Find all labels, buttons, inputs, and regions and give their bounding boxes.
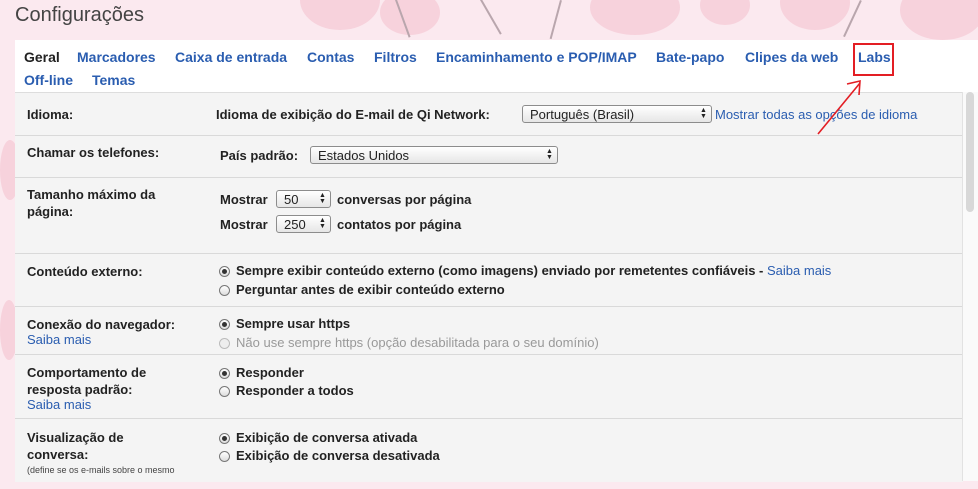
tab-filtros[interactable]: Filtros [374, 49, 417, 65]
radio-reply-all[interactable] [219, 386, 230, 397]
setting-label: Tamanho máximo da página: [27, 187, 156, 219]
setting-label: Comportamento de resposta padrão: [27, 365, 147, 397]
reply-text: Responder [236, 365, 304, 380]
select-arrows-icon: ▲ ▼ [546, 148, 553, 161]
no-https-text: Não use sempre https (opção desabilitada… [236, 335, 599, 350]
tab-temas[interactable]: Temas [92, 72, 135, 88]
radio-always-show-content[interactable] [219, 266, 230, 277]
tab-geral[interactable]: Geral [24, 49, 60, 65]
always-show-content-label: Sempre exibir conteúdo externo (como ima… [236, 263, 764, 278]
reply-all-text: Responder a todos [236, 383, 354, 398]
conversation-off-text: Exibição de conversa desativada [236, 448, 440, 463]
tab-off-line[interactable]: Off-line [24, 72, 73, 88]
tab-bate-papo[interactable]: Bate-papo [656, 49, 724, 65]
setting-row-visualizacao: Visualização de conversa: (define se os … [15, 419, 963, 489]
default-country-text: País padrão: [220, 148, 299, 163]
contacts-per-page-select[interactable]: 250 ▲ ▼ [276, 215, 331, 233]
radio-ask-before-content[interactable] [219, 285, 230, 296]
learn-more-link[interactable]: Saiba mais [767, 263, 831, 278]
conversations-per-page-select[interactable]: 50 ▲ ▼ [276, 190, 331, 208]
select-arrows-icon: ▲ ▼ [319, 217, 326, 230]
radio-conversation-off[interactable] [219, 451, 230, 462]
conversation-view-note: (define se os e-mails sobre o mesmo [27, 465, 175, 475]
radio-reply[interactable] [219, 368, 230, 379]
setting-label: Conteúdo externo: [27, 264, 143, 279]
contacts-per-page-value: 250 [284, 217, 306, 232]
country-select[interactable]: Estados Unidos ▲ ▼ [310, 146, 558, 164]
conversations-per-page-text: conversas por página [337, 192, 472, 207]
setting-row-idioma: Idioma: Idioma de exibição do E-mail de … [15, 93, 963, 136]
setting-label: Conexão do navegador: [27, 317, 176, 332]
setting-row-telefones: Chamar os telefones: País padrão: Estado… [15, 136, 963, 178]
tab-labs[interactable]: Labs [858, 49, 891, 65]
radio-always-https[interactable] [219, 319, 230, 330]
show-all-languages-link[interactable]: Mostrar todas as opções de idioma [715, 107, 917, 122]
radio-conversation-on[interactable] [219, 433, 230, 444]
tab-clipes-da-web[interactable]: Clipes da web [745, 49, 838, 65]
radio-no-https [219, 338, 230, 349]
tab-marcadores[interactable]: Marcadores [77, 49, 156, 65]
language-select[interactable]: Português (Brasil) ▲ ▼ [522, 105, 712, 123]
select-arrows-icon: ▲ ▼ [700, 107, 707, 120]
conversation-on-text: Exibição de conversa ativada [236, 430, 418, 445]
settings-content: Idioma: Idioma de exibição do E-mail de … [15, 92, 963, 482]
setting-row-resposta: Comportamento de resposta padrão: Saiba … [15, 355, 963, 419]
setting-label: Visualização de conversa: [27, 430, 124, 462]
tab-contas[interactable]: Contas [307, 49, 354, 65]
learn-more-link[interactable]: Saiba mais [27, 397, 91, 412]
learn-more-link[interactable]: Saiba mais [27, 332, 91, 347]
scrollbar-thumb[interactable] [966, 92, 974, 212]
setting-label: Chamar os telefones: [27, 145, 160, 160]
show-text: Mostrar [220, 192, 268, 207]
page-title: Configurações [15, 4, 144, 26]
setting-row-tamanho: Tamanho máximo da página: Mostrar 50 ▲ ▼ … [15, 178, 963, 254]
settings-panel: Geral Marcadores Caixa de entrada Contas… [15, 40, 978, 482]
setting-label: Idioma: [27, 107, 74, 122]
select-arrows-icon: ▲ ▼ [319, 192, 326, 205]
country-select-value: Estados Unidos [318, 148, 410, 163]
language-text: Idioma de exibição do E-mail de Qi Netwo… [216, 107, 490, 122]
tab-caixa-de-entrada[interactable]: Caixa de entrada [175, 49, 287, 65]
show-text: Mostrar [220, 217, 268, 232]
tab-encaminhamento[interactable]: Encaminhamento e POP/IMAP [436, 49, 637, 65]
conversations-per-page-value: 50 [284, 192, 299, 207]
contacts-per-page-text: contatos por página [337, 217, 462, 232]
vertical-scrollbar[interactable] [962, 92, 978, 481]
language-select-value: Português (Brasil) [530, 107, 635, 122]
always-https-text: Sempre usar https [236, 316, 351, 331]
always-show-content-text: Sempre exibir conteúdo externo (como ima… [236, 263, 831, 278]
settings-tabs: Geral Marcadores Caixa de entrada Contas… [15, 40, 978, 92]
setting-row-conexao: Conexão do navegador: Saiba mais Sempre … [15, 307, 963, 355]
setting-row-conteudo-externo: Conteúdo externo: Sempre exibir conteúdo… [15, 254, 963, 307]
ask-before-content-text: Perguntar antes de exibir conteúdo exter… [236, 282, 505, 297]
